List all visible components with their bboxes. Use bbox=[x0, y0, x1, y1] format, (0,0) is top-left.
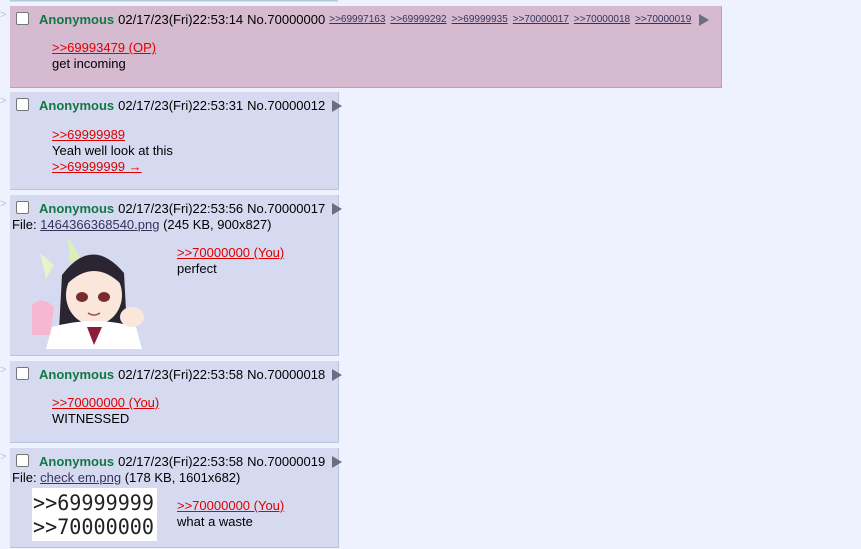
post-header: Anonymous 02/17/23(Fri)22:53:31 No.70000… bbox=[14, 97, 343, 114]
quote-link[interactable]: >>69999989 bbox=[52, 127, 125, 142]
side-arrow: > bbox=[0, 198, 7, 210]
post-checkbox[interactable] bbox=[16, 454, 29, 467]
file-label: File: bbox=[12, 470, 41, 485]
poster-name: Anonymous bbox=[39, 454, 115, 469]
post-header: Anonymous 02/17/23(Fri)22:53:14 No.70000… bbox=[14, 11, 710, 28]
poster-name: Anonymous bbox=[39, 98, 115, 113]
quote-link[interactable]: >>70000000 (You) bbox=[52, 395, 159, 410]
file-name-link[interactable]: check em.png bbox=[40, 470, 121, 485]
side-arrow: > bbox=[0, 9, 7, 21]
post-menu-icon[interactable] bbox=[332, 368, 343, 381]
quote-link[interactable]: >>70000000 (You) bbox=[177, 245, 284, 260]
post-date: 02/17/23(Fri)22:53:31 bbox=[118, 98, 244, 113]
post-70000019: Anonymous 02/17/23(Fri)22:53:58 No.70000… bbox=[10, 448, 343, 548]
file-name-link[interactable]: 1464366368540.png bbox=[40, 217, 159, 232]
anime-girl-thumbnail[interactable] bbox=[32, 235, 157, 349]
post-header: Anonymous 02/17/23(Fri)22:53:58 No.70000… bbox=[14, 453, 343, 470]
backlinks: >>69997163 >>69999292 >>69999935 >>70000017… bbox=[329, 14, 696, 25]
post-header: Anonymous 02/17/23(Fri)22:53:56 No.70000… bbox=[14, 200, 343, 217]
file-label: File: bbox=[12, 217, 41, 232]
post-text: what a waste bbox=[177, 514, 253, 529]
side-arrow: > bbox=[0, 451, 7, 463]
side-arrow: > bbox=[0, 364, 7, 376]
check-em-thumbnail[interactable]: >>69999999 >>70000000 bbox=[32, 488, 157, 541]
poster-name: Anonymous bbox=[39, 12, 115, 27]
post-date: 02/17/23(Fri)22:53:58 bbox=[118, 454, 244, 469]
post-message: >>70000000 (You) what a waste bbox=[177, 498, 284, 530]
post-text: Yeah well look at this bbox=[52, 143, 173, 158]
post-text: perfect bbox=[177, 261, 217, 276]
post-header: Anonymous 02/17/23(Fri)22:53:58 No.70000… bbox=[14, 366, 343, 383]
file-details: (178 KB, 1601x682) bbox=[121, 470, 241, 485]
backlink[interactable]: >>69999292 bbox=[390, 14, 446, 25]
post-message: >>69993479 (OP) get incoming bbox=[52, 40, 156, 72]
backlink[interactable]: >>69997163 bbox=[329, 14, 385, 25]
backlink[interactable]: >>70000018 bbox=[574, 14, 630, 25]
post-menu-icon[interactable] bbox=[332, 455, 343, 468]
top-divider-shadow bbox=[10, 1, 338, 2]
post-checkbox[interactable] bbox=[16, 12, 29, 25]
post-70000017: Anonymous 02/17/23(Fri)22:53:56 No.70000… bbox=[10, 195, 343, 356]
post-message: >>69999989 Yeah well look at this >>6999… bbox=[52, 127, 173, 175]
quote-link[interactable]: >>69993479 (OP) bbox=[52, 40, 156, 55]
poster-name: Anonymous bbox=[39, 367, 115, 382]
post-checkbox[interactable] bbox=[16, 367, 29, 380]
post-number[interactable]: No.70000019 bbox=[247, 454, 325, 469]
poster-name: Anonymous bbox=[39, 201, 115, 216]
post-date: 02/17/23(Fri)22:53:14 bbox=[118, 12, 244, 27]
backlink[interactable]: >>70000019 bbox=[635, 14, 691, 25]
post-number[interactable]: No.70000012 bbox=[247, 98, 325, 113]
post-70000018: Anonymous 02/17/23(Fri)22:53:58 No.70000… bbox=[10, 361, 343, 443]
post-70000012: Anonymous 02/17/23(Fri)22:53:31 No.70000… bbox=[10, 92, 343, 190]
file-info: File: check em.png (178 KB, 1601x682) bbox=[12, 470, 240, 485]
thumb-line-2: >>70000000 bbox=[33, 515, 154, 539]
post-menu-icon[interactable] bbox=[332, 202, 343, 215]
post-text: get incoming bbox=[52, 56, 126, 71]
post-message: >>70000000 (You) WITNESSED bbox=[52, 395, 159, 427]
post-menu-icon[interactable] bbox=[332, 99, 343, 112]
side-arrow: > bbox=[0, 95, 7, 107]
backlink[interactable]: >>70000017 bbox=[513, 14, 569, 25]
cross-thread-link[interactable]: >>69999999 → bbox=[52, 159, 142, 174]
post-checkbox[interactable] bbox=[16, 98, 29, 111]
quote-link[interactable]: >>70000000 (You) bbox=[177, 498, 284, 513]
file-details: (245 KB, 900x827) bbox=[159, 217, 272, 232]
post-70000000: Anonymous 02/17/23(Fri)22:53:14 No.70000… bbox=[10, 6, 722, 88]
post-date: 02/17/23(Fri)22:53:58 bbox=[118, 367, 244, 382]
file-info: File: 1464366368540.png (245 KB, 900x827… bbox=[12, 217, 272, 232]
post-text: WITNESSED bbox=[52, 411, 130, 426]
post-number[interactable]: No.70000000 bbox=[247, 12, 325, 27]
post-checkbox[interactable] bbox=[16, 201, 29, 214]
post-date: 02/17/23(Fri)22:53:56 bbox=[118, 201, 244, 216]
post-message: >>70000000 (You) perfect bbox=[177, 245, 284, 277]
backlink[interactable]: >>69999935 bbox=[452, 14, 508, 25]
thumb-line-1: >>69999999 bbox=[33, 491, 154, 515]
post-number[interactable]: No.70000018 bbox=[247, 367, 325, 382]
post-number[interactable]: No.70000017 bbox=[247, 201, 325, 216]
post-menu-icon[interactable] bbox=[699, 13, 710, 26]
